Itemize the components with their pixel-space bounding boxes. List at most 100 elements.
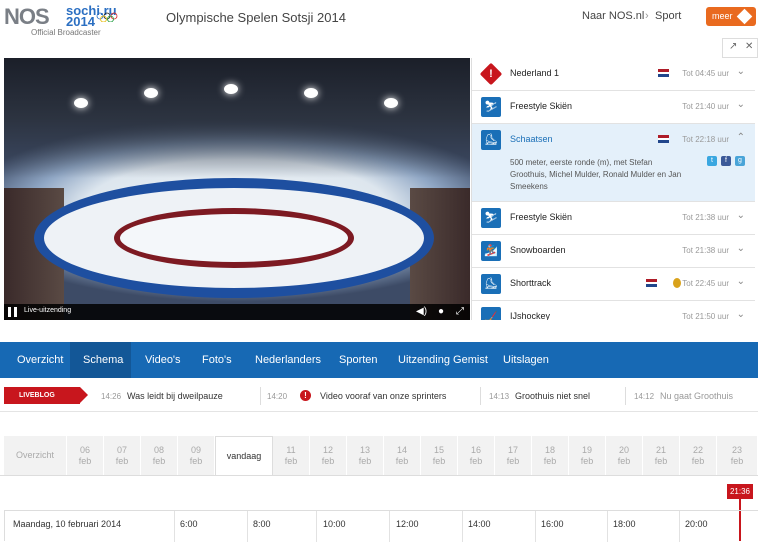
divider — [260, 387, 261, 405]
stadium-light — [224, 84, 238, 94]
event-name: Nederland 1 — [510, 68, 560, 78]
event-time: Tot 21:38 uur — [682, 213, 729, 222]
date-day: 07 — [116, 445, 127, 455]
event-time: Tot 21:50 uur — [682, 312, 729, 320]
hockey-icon: 🏒 — [481, 307, 501, 320]
popout-icon[interactable]: ↗ — [729, 41, 737, 52]
event-name: IJshockey — [510, 311, 551, 320]
event-name: Schaatsen — [510, 134, 553, 144]
date-day: 09 — [190, 445, 201, 455]
date-tab[interactable]: 21 feb — [643, 436, 680, 475]
liveblog-item[interactable]: Video vooraf van onze sprinters — [320, 391, 446, 401]
date-tab[interactable]: 23 feb — [717, 436, 758, 475]
event-item-shorttrack[interactable]: ⛸ Shorttrack Tot 22:45 uur ⌄ — [472, 268, 755, 301]
chevron-down-icon: ⌄ — [736, 276, 745, 287]
date-month: feb — [78, 456, 92, 466]
nav-overzicht[interactable]: Overzicht — [17, 342, 63, 378]
liveblog-item[interactable]: Was leidt bij dweilpauze — [127, 391, 223, 401]
date-month: feb — [115, 456, 129, 466]
date-overzicht[interactable]: Overzicht — [4, 436, 67, 475]
chevron-down-icon: ⌄ — [736, 210, 745, 221]
date-tab-today[interactable]: vandaag — [215, 436, 273, 475]
live-broadcast-label: Live-uitzending — [24, 307, 72, 314]
date-tab[interactable]: 09 feb — [178, 436, 215, 475]
date-day: 22 — [692, 445, 703, 455]
nav-videos[interactable]: Video's — [145, 342, 181, 378]
liveblog-ticker: LIVEBLOG 14:26 Was leidt bij dweilpauze … — [0, 378, 758, 412]
date-tab[interactable]: 07 feb — [104, 436, 141, 475]
skier-icon: ⛷ — [481, 97, 501, 117]
event-item-nederland1[interactable]: ! Nederland 1 Tot 04:45 uur ⌄ — [472, 58, 755, 91]
event-item-freestyle[interactable]: ⛷ Freestyle Skiën Tot 21:40 uur ⌄ — [472, 91, 755, 124]
event-item-ijshockey[interactable]: 🏒 IJshockey Tot 21:50 uur ⌄ — [472, 301, 755, 320]
skater-icon: ⛸ — [481, 130, 501, 150]
liveblog-badge[interactable]: LIVEBLOG — [4, 387, 88, 404]
divider — [389, 511, 390, 542]
nav-schema[interactable]: Schema — [70, 342, 131, 378]
date-tab[interactable]: 08 feb — [141, 436, 178, 475]
comment-bubble-icon[interactable]: ● — [438, 306, 444, 317]
panel-tools: ↗ ✕ — [722, 38, 758, 58]
diamond-icon — [736, 8, 753, 25]
fullscreen-icon[interactable]: ⤢ — [456, 306, 464, 317]
volume-icon[interactable]: ◀) — [416, 306, 427, 317]
date-tab[interactable]: 17 feb — [495, 436, 532, 475]
timeline-row: Maandag, 10 februari 2014 6:00 8:00 10:0… — [4, 510, 758, 542]
event-time: Tot 21:40 uur — [682, 102, 729, 111]
date-tab[interactable]: 13 feb — [347, 436, 384, 475]
pause-icon[interactable] — [8, 307, 18, 317]
nav-fotos[interactable]: Foto's — [202, 342, 232, 378]
nav-uitzending-gemist[interactable]: Uitzending Gemist — [398, 342, 488, 378]
date-day: 17 — [507, 445, 518, 455]
nos-logo[interactable]: NOS — [4, 4, 50, 30]
date-tab[interactable]: 22 feb — [680, 436, 717, 475]
liveblog-item[interactable]: Nu gaat Groothuis — [660, 391, 758, 401]
date-tab[interactable]: 14 feb — [384, 436, 421, 475]
date-tab[interactable]: 06 feb — [67, 436, 104, 475]
now-time-marker: 21:36 — [727, 484, 753, 499]
date-day: 14 — [396, 445, 407, 455]
stadium-light — [74, 98, 88, 108]
close-icon[interactable]: ✕ — [745, 41, 753, 52]
timeline-hour: 18:00 — [613, 519, 636, 529]
event-item-snowboarden[interactable]: 🏂 Snowboarden Tot 21:38 uur ⌄ — [472, 235, 755, 268]
date-tab[interactable]: 16 feb — [458, 436, 495, 475]
nav-uitslagen[interactable]: Uitslagen — [503, 342, 549, 378]
nav-sporten[interactable]: Sporten — [339, 342, 378, 378]
snowboard-icon: 🏂 — [481, 241, 501, 261]
date-day: 08 — [153, 445, 164, 455]
alert-icon: ! — [479, 62, 503, 86]
liveblog-item[interactable]: Groothuis niet snel — [515, 391, 590, 401]
date-day: 21 — [655, 445, 666, 455]
meer-button[interactable]: meer — [706, 7, 756, 26]
divider — [316, 511, 317, 542]
event-list: ! Nederland 1 Tot 04:45 uur ⌄ ⛷ Freestyl… — [471, 58, 755, 320]
liveblog-time: 14:20 — [267, 392, 288, 401]
date-month: feb — [284, 456, 298, 466]
naar-nos-link[interactable]: Naar NOS.nl — [582, 10, 644, 22]
date-tab[interactable]: 19 feb — [569, 436, 606, 475]
date-strip: Overzicht 06 feb 07 feb 08 feb 09 feb vandaa… — [4, 436, 758, 475]
shorttrack-icon: ⛸ — [481, 274, 501, 294]
date-tab[interactable]: 12 feb — [310, 436, 347, 475]
twitter-icon[interactable]: t — [707, 156, 717, 166]
divider — [462, 511, 463, 542]
event-item-schaatsen[interactable]: ⛸ Schaatsen Tot 22:18 uur ⌃ 500 meter, e… — [472, 124, 755, 202]
date-tab[interactable]: 11 feb — [273, 436, 310, 475]
date-tab[interactable]: 15 feb — [421, 436, 458, 475]
event-name: Freestyle Skiën — [510, 212, 573, 222]
timeline-hour: 8:00 — [253, 519, 271, 529]
video-player[interactable]: Live-uitzending ◀) ● ⤢ — [4, 58, 470, 320]
chevron-down-icon: ⌄ — [736, 243, 745, 254]
event-item-freestyle-2[interactable]: ⛷ Freestyle Skiën Tot 21:38 uur ⌄ — [472, 202, 755, 235]
google-plus-icon[interactable]: g — [735, 156, 745, 166]
timeline-hour: 16:00 — [541, 519, 564, 529]
date-day: 12 — [322, 445, 333, 455]
date-tab[interactable]: 20 feb — [606, 436, 643, 475]
nav-nederlanders[interactable]: Nederlanders — [255, 342, 321, 378]
official-broadcaster-label: Official Broadcaster — [31, 28, 101, 37]
date-tab[interactable]: 18 feb — [532, 436, 569, 475]
sport-link[interactable]: Sport — [655, 10, 681, 22]
date-day: 18 — [544, 445, 555, 455]
facebook-icon[interactable]: f — [721, 156, 731, 166]
